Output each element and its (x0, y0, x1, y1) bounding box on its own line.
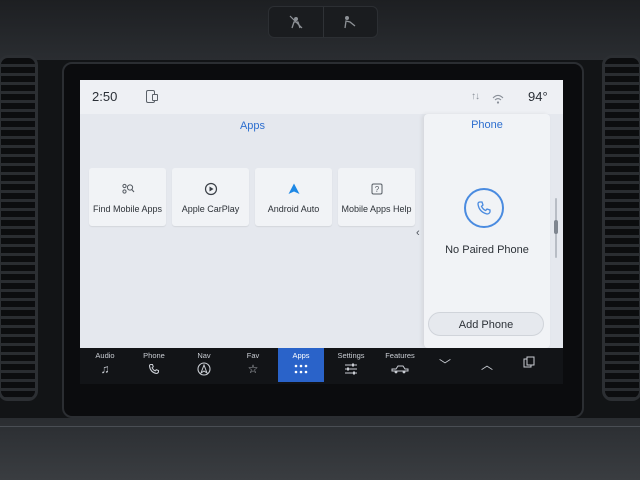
data-transfer-icon: ↑↓ (471, 91, 480, 102)
find-apps-icon (121, 182, 135, 196)
phone-circle-icon (464, 188, 504, 228)
panel-scrollbar[interactable] (554, 198, 558, 258)
tile-mobile-apps-help[interactable]: ? Mobile Apps Help (338, 168, 415, 226)
nav-settings[interactable]: Settings (328, 348, 374, 382)
outside-temperature: 94° (528, 89, 548, 104)
phone-status-icon (146, 90, 158, 103)
nav-nav[interactable]: Nav (181, 348, 227, 382)
phone-panel: Phone No Paired Phone Add Phone (424, 114, 550, 348)
tile-label: Android Auto (267, 204, 320, 214)
navigation-icon (197, 362, 211, 376)
nav-label: Apps (292, 351, 310, 360)
nav-label: Features (385, 351, 415, 360)
phone-icon (148, 362, 160, 376)
no-paired-phone-text: No Paired Phone (445, 244, 529, 256)
chevron-down-icon[interactable]: ﹀ (430, 356, 460, 373)
phone-handset-icon (477, 201, 491, 215)
copy-icon[interactable] (514, 356, 544, 371)
sliders-icon (344, 362, 358, 376)
seatbelt-icon (344, 16, 356, 29)
tile-label: Apple CarPlay (181, 204, 240, 214)
seatbelt-indicator-button[interactable] (322, 7, 378, 37)
bottom-nav-bar: Audio ♫ Phone Nav Fav ☆ Apps Settings Fe… (80, 348, 563, 384)
nav-audio[interactable]: Audio ♫ (82, 348, 128, 382)
android-auto-icon (287, 182, 301, 196)
left-air-vent (0, 55, 38, 401)
svg-text:?: ? (374, 185, 379, 194)
phone-panel-title: Phone (471, 119, 503, 131)
nav-features[interactable]: Features (377, 348, 423, 382)
tile-find-mobile-apps[interactable]: Find Mobile Apps (89, 168, 166, 226)
apps-grid-icon (294, 362, 308, 376)
apps-title: Apps (239, 120, 266, 132)
status-bar: 2:50 ↑↓ 94° (80, 80, 563, 114)
tile-label: Mobile Apps Help (341, 204, 412, 214)
infotainment-screen: 2:50 ↑↓ 94° Apps Find Mobile Apps Apple … (80, 80, 563, 348)
wifi-icon (492, 94, 504, 104)
tile-label: Find Mobile Apps (92, 204, 163, 214)
dashboard-bottom-trim (0, 418, 640, 480)
music-note-icon: ♫ (100, 362, 110, 376)
chevron-up-icon[interactable]: ︿ (472, 356, 502, 373)
airbag-icon (289, 15, 303, 29)
nav-label: Phone (143, 351, 165, 360)
dashboard-trim-line (0, 426, 640, 427)
help-icon: ? (370, 182, 384, 196)
carplay-icon (204, 182, 218, 196)
nav-apps[interactable]: Apps (278, 348, 324, 382)
nav-label: Settings (337, 351, 365, 360)
hardware-button-panel (268, 6, 378, 38)
nav-label: Fav (246, 351, 260, 360)
nav-label: Audio (95, 351, 115, 360)
add-phone-button[interactable]: Add Phone (428, 312, 544, 336)
clock: 2:50 (92, 89, 118, 104)
panel-collapse-arrow[interactable]: ‹ (416, 227, 420, 239)
airbag-indicator-button[interactable] (269, 7, 323, 37)
tile-apple-carplay[interactable]: Apple CarPlay (172, 168, 249, 226)
nav-label: Nav (197, 351, 211, 360)
nav-fav[interactable]: Fav ☆ (230, 348, 276, 382)
star-icon: ☆ (247, 362, 259, 376)
vehicle-icon (391, 362, 409, 376)
nav-phone[interactable]: Phone (131, 348, 177, 382)
right-air-vent (602, 55, 640, 401)
tile-android-auto[interactable]: Android Auto (255, 168, 332, 226)
